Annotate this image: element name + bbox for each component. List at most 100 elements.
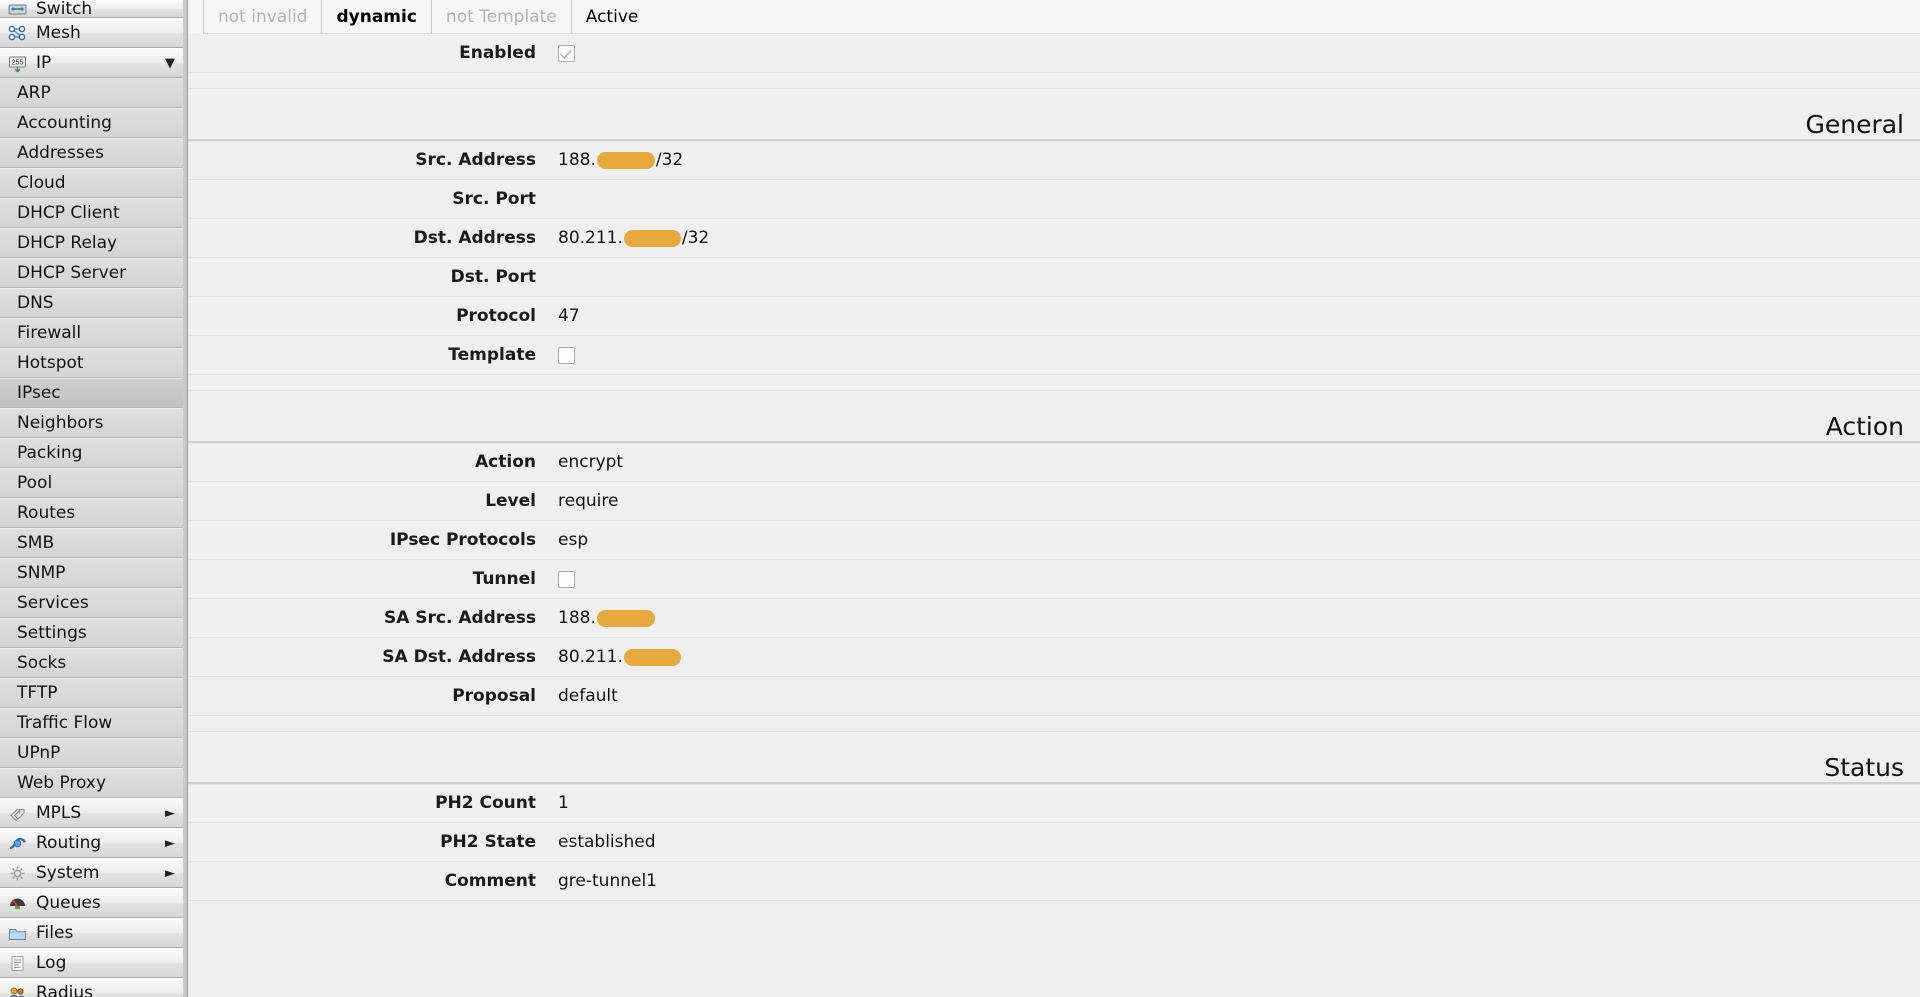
sidebar-item-label: Packing	[17, 443, 83, 463]
sidebar-item-traffic-flow[interactable]: Traffic Flow	[0, 708, 183, 738]
sidebar-item-web-proxy[interactable]: Web Proxy	[0, 768, 183, 798]
tab-not-template[interactable]: not Template	[430, 0, 572, 33]
chevron-down-icon[interactable]: ▼	[165, 57, 175, 70]
sidebar-item-label: Cloud	[17, 173, 66, 193]
sidebar-item-label: SMB	[17, 533, 55, 553]
sidebar-item-system[interactable]: System ►	[0, 858, 187, 888]
field-value-proposal[interactable]: default	[558, 686, 618, 706]
sidebar-item-label: DNS	[17, 293, 54, 313]
log-icon	[7, 954, 28, 973]
sidebar-item-firewall[interactable]: Firewall	[0, 318, 183, 348]
section-header-status: Status	[188, 731, 1920, 785]
sidebar-item-dhcp-client[interactable]: DHCP Client	[0, 198, 183, 228]
field-value-enabled	[558, 44, 575, 62]
form-row-proposal: Proposal default	[188, 677, 1920, 716]
sidebar-item-label: Files	[36, 923, 74, 943]
sidebar-item-label: Pool	[17, 473, 53, 493]
sidebar-item-services[interactable]: Services	[0, 588, 183, 618]
sidebar-item-label: System	[36, 863, 100, 883]
sidebar-item-dhcp-relay[interactable]: DHCP Relay	[0, 228, 183, 258]
form-spacer	[188, 73, 1920, 88]
sidebar-item-cloud[interactable]: Cloud	[0, 168, 183, 198]
chevron-right-icon[interactable]: ►	[165, 807, 175, 820]
chevron-right-icon[interactable]: ►	[165, 837, 175, 850]
form-row-dst-port: Dst. Port	[188, 258, 1920, 297]
tab-active[interactable]: Active	[570, 0, 653, 33]
field-value-ph2-count[interactable]: 1	[558, 793, 569, 813]
tab-dynamic[interactable]: dynamic	[321, 0, 432, 33]
ipsec-policy-form: Enabled General Src. Address 188. /32 Src. Po…	[188, 34, 1920, 901]
sidebar-submenu: ARP Accounting Addresses Cloud DHCP Client DH…	[0, 78, 187, 798]
field-label-dst-address: Dst. Address	[413, 228, 536, 248]
sidebar-item-upnp[interactable]: UPnP	[0, 738, 183, 768]
sidebar-item-addresses[interactable]: Addresses	[0, 138, 183, 168]
sidebar-item-snmp[interactable]: SNMP	[0, 558, 183, 588]
checkbox-tunnel[interactable]	[558, 570, 575, 588]
sidebar-item-radius[interactable]: Radius	[0, 978, 187, 997]
value-prefix: 188.	[558, 608, 596, 628]
sidebar-item-label: UPnP	[17, 743, 61, 763]
field-value-action[interactable]: encrypt	[558, 452, 623, 472]
sidebar-item-queues[interactable]: Queues	[0, 888, 187, 918]
switch-icon	[7, 0, 28, 19]
sidebar-item-dns[interactable]: DNS	[0, 288, 183, 318]
field-value-level[interactable]: require	[558, 491, 618, 511]
sidebar-item-packing[interactable]: Packing	[0, 438, 183, 468]
checkbox-template[interactable]	[558, 346, 575, 364]
field-value-ipsec-protocols[interactable]: esp	[558, 530, 588, 550]
sidebar-item-label: Addresses	[17, 143, 105, 163]
sidebar-item-neighbors[interactable]: Neighbors	[0, 408, 183, 438]
field-label-ph2-state: PH2 State	[440, 832, 536, 852]
chevron-right-icon[interactable]: ►	[165, 867, 175, 880]
sidebar-item-routes[interactable]: Routes	[0, 498, 183, 528]
field-label-proposal: Proposal	[452, 686, 536, 706]
sidebar-item-ip[interactable]: 255 IP ▼	[0, 48, 187, 78]
field-value-src-address[interactable]: 188. /32	[558, 150, 683, 170]
value-suffix: /32	[681, 228, 710, 248]
policy-flag-tabstrip[interactable]: not invalid dynamic not Template Active	[188, 0, 1920, 33]
checkbox-enabled[interactable]	[558, 44, 575, 62]
sidebar-item-mpls[interactable]: MPLS ►	[0, 798, 187, 828]
field-label-protocol: Protocol	[456, 306, 536, 326]
field-value-sa-dst-address[interactable]: 80.211.	[558, 647, 682, 667]
field-value-comment[interactable]: gre-tunnel1	[558, 871, 657, 891]
sidebar-item-arp[interactable]: ARP	[0, 78, 183, 108]
form-row-sa-dst-address: SA Dst. Address 80.211.	[188, 638, 1920, 677]
field-label-src-address: Src. Address	[415, 150, 536, 170]
tab-not-invalid[interactable]: not invalid	[203, 0, 323, 33]
field-value-ph2-state[interactable]: established	[558, 832, 656, 852]
sidebar-navigation[interactable]: Switch Mesh 255 IP ▼ ARP Accounting Addresses Cl…	[0, 0, 188, 997]
field-value-dst-address[interactable]: 80.211. /32	[558, 228, 709, 248]
sidebar-item-dhcp-server[interactable]: DHCP Server	[0, 258, 183, 288]
form-row-action: Action encrypt	[188, 443, 1920, 482]
field-value-protocol[interactable]: 47	[558, 306, 580, 326]
sidebar-item-label: Routing	[36, 833, 102, 853]
sidebar-item-files[interactable]: Files	[0, 918, 187, 948]
field-label-dst-port: Dst. Port	[450, 267, 536, 287]
sidebar-item-pool[interactable]: Pool	[0, 468, 183, 498]
section-title: General	[1805, 110, 1904, 139]
sidebar-item-label: Routes	[17, 503, 76, 523]
sidebar-item-socks[interactable]: Socks	[0, 648, 183, 678]
mesh-icon	[7, 24, 28, 43]
sidebar-item-log[interactable]: Log	[0, 948, 187, 978]
sidebar-item-mesh[interactable]: Mesh	[0, 18, 187, 48]
sidebar-item-label: Socks	[17, 653, 67, 673]
sidebar-item-routing[interactable]: Routing ►	[0, 828, 187, 858]
sidebar-item-tftp[interactable]: TFTP	[0, 678, 183, 708]
sidebar-scrollbar[interactable]	[183, 0, 187, 997]
sidebar-item-label: DHCP Server	[17, 263, 127, 283]
sidebar-item-hotspot[interactable]: Hotspot	[0, 348, 183, 378]
redaction-mark	[596, 151, 655, 169]
sidebar-item-accounting[interactable]: Accounting	[0, 108, 183, 138]
sidebar-item-settings[interactable]: Settings	[0, 618, 183, 648]
value-suffix: /32	[655, 150, 684, 170]
sidebar-item-label: IP	[36, 53, 52, 73]
field-value-sa-src-address[interactable]: 188.	[558, 608, 656, 628]
value-prefix: 80.211.	[558, 647, 623, 667]
field-label-tunnel: Tunnel	[472, 569, 536, 589]
sidebar-item-smb[interactable]: SMB	[0, 528, 183, 558]
section-header-action: Action	[188, 390, 1920, 444]
sidebar-item-ipsec[interactable]: IPsec	[0, 378, 183, 408]
sidebar-item-switch[interactable]: Switch	[0, 0, 187, 19]
